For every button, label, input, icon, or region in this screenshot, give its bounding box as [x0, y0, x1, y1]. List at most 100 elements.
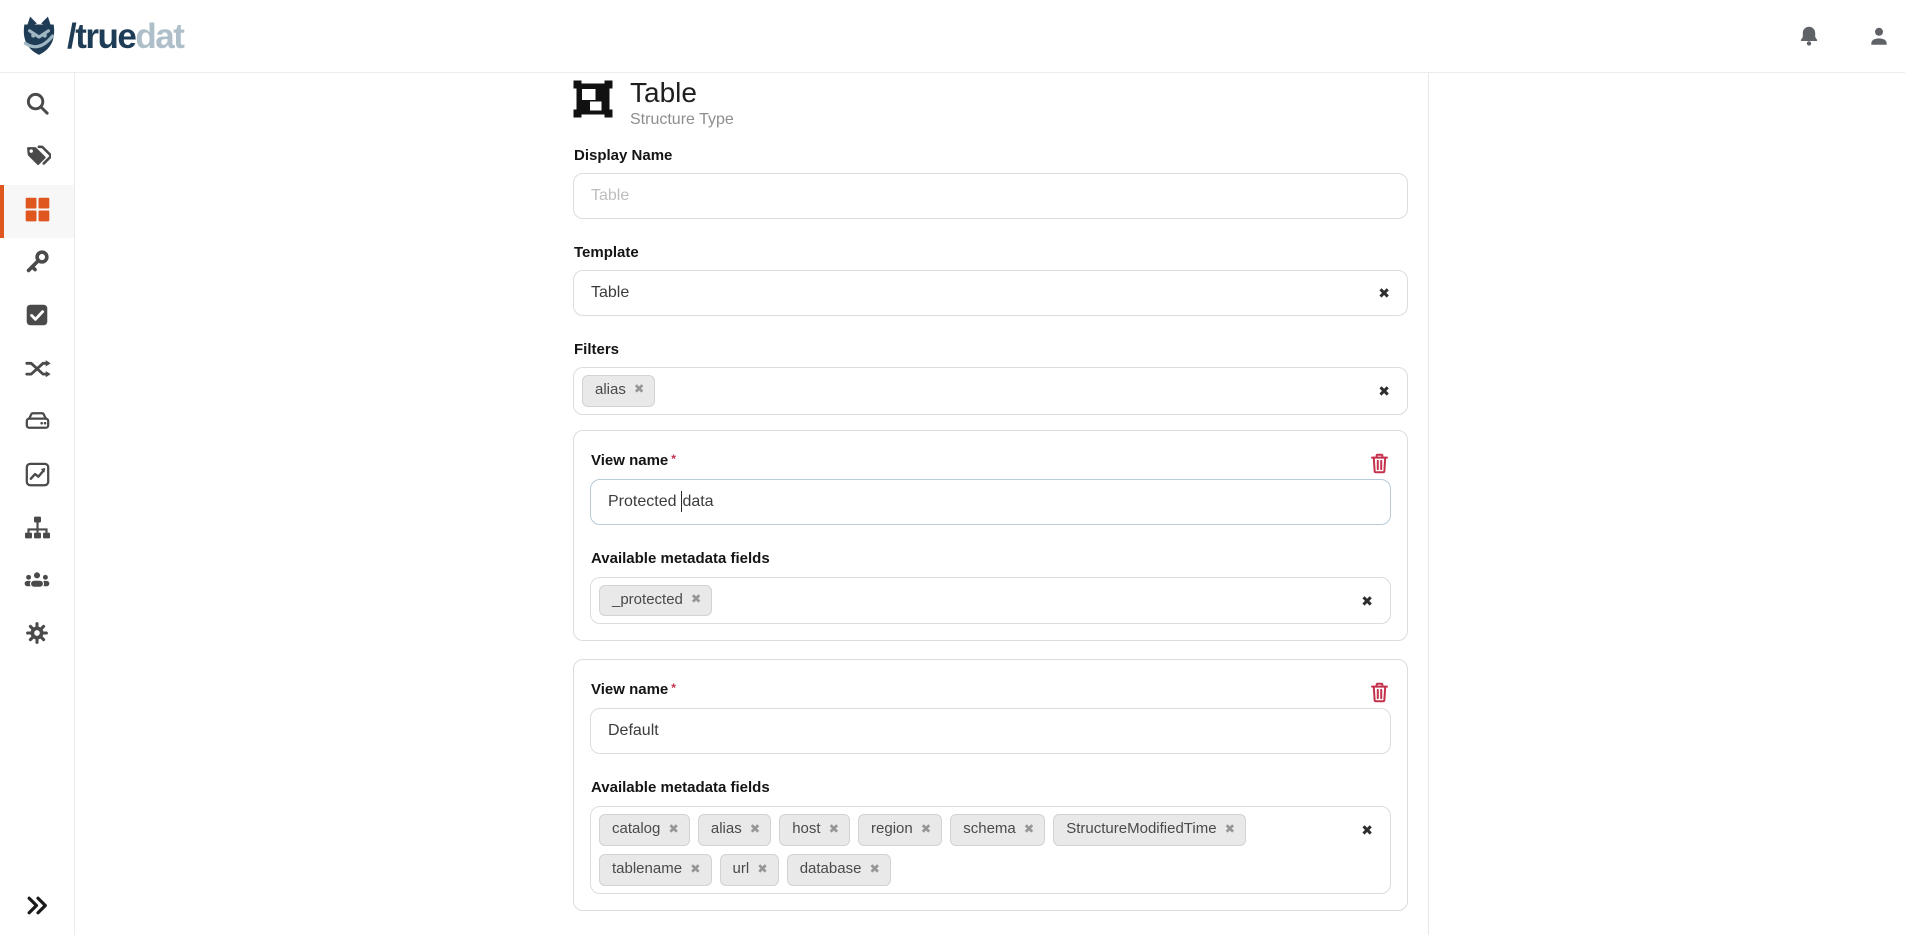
sidebar-item-structures[interactable]	[0, 185, 74, 238]
sidebar-item-tags[interactable]	[0, 132, 74, 185]
clear-icon[interactable]: ✖	[1361, 594, 1373, 608]
metadata-fields-select[interactable]: catalog ✖ alias ✖ host ✖ region ✖ schema✖ St…	[590, 806, 1391, 894]
delete-view-button[interactable]	[1369, 451, 1390, 480]
page-subtitle: Structure Type	[630, 111, 734, 129]
clear-icon[interactable]: ✖	[1378, 286, 1390, 300]
tag-pill: _protected ✖	[599, 585, 712, 617]
tag-pill: region ✖	[858, 814, 942, 846]
filters-field: Filters alias ✖ ✖	[573, 341, 1408, 415]
gear-icon	[24, 620, 50, 651]
drive-icon	[24, 408, 51, 440]
sidebar-item-users[interactable]	[0, 556, 74, 609]
content-panel: Table Structure Type Display Name Templa…	[75, 73, 1429, 935]
clear-icon[interactable]: ✖	[1378, 384, 1390, 398]
key-icon	[24, 249, 50, 280]
tag-label: host	[792, 820, 820, 839]
view-name-input[interactable]: Protected data	[590, 479, 1391, 525]
display-name-field: Display Name	[573, 147, 1408, 219]
remove-tag-icon[interactable]: ✖	[921, 822, 931, 838]
tag-label: database	[800, 860, 862, 879]
sidebar-item-hierarchy[interactable]	[0, 503, 74, 556]
sidebar-expand-button[interactable]	[0, 885, 74, 931]
tag-label: StructureModifiedTime	[1066, 820, 1216, 839]
header-actions	[1797, 24, 1891, 48]
tag-pill: tablename ✖	[599, 854, 712, 886]
sidebar-item-lineage[interactable]	[0, 344, 74, 397]
notifications-bell-icon[interactable]	[1797, 24, 1821, 48]
template-selected-value: Table	[591, 284, 629, 302]
sitemap-icon	[24, 514, 51, 546]
required-asterisk: *	[671, 452, 676, 466]
shuffle-icon	[24, 355, 51, 387]
tag-label: catalog	[612, 820, 660, 839]
app-header: /truedat	[0, 0, 1905, 73]
tag-label: url	[733, 860, 750, 879]
required-asterisk: *	[671, 681, 676, 695]
tag-label: _protected	[612, 591, 683, 610]
remove-tag-icon[interactable]: ✖	[1024, 822, 1034, 838]
metadata-tags: catalog ✖ alias ✖ host ✖ region ✖ schema✖ St…	[599, 814, 1346, 886]
grid-icon	[24, 196, 51, 228]
tag-pill: alias ✖	[698, 814, 771, 846]
tag-pill: database ✖	[787, 854, 891, 886]
user-avatar-icon[interactable]	[1867, 24, 1891, 48]
filters-select[interactable]: alias ✖ ✖	[573, 367, 1408, 415]
metadata-tags: _protected ✖	[599, 585, 712, 617]
object-group-icon	[573, 78, 613, 125]
metadata-fields-select[interactable]: _protected ✖ ✖	[590, 577, 1391, 625]
chart-line-icon	[24, 461, 51, 493]
tag-label: alias	[711, 820, 742, 839]
clear-icon[interactable]: ✖	[1361, 823, 1373, 837]
search-icon	[24, 90, 51, 122]
tag-pill: url ✖	[720, 854, 779, 886]
sidebar	[0, 73, 75, 935]
display-name-label: Display Name	[574, 147, 1408, 164]
tag-pill: host ✖	[779, 814, 850, 846]
tag-pill: StructureModifiedTime ✖	[1053, 814, 1246, 846]
view-name-label: View name*	[591, 681, 1391, 698]
view-card: View name* Protected data Available meta…	[573, 430, 1408, 642]
remove-tag-icon[interactable]: ✖	[869, 862, 879, 878]
title-row: Table Structure Type	[573, 78, 1408, 129]
remove-tag-icon[interactable]: ✖	[829, 822, 839, 838]
sidebar-item-sources[interactable]	[0, 397, 74, 450]
check-square-icon	[24, 302, 50, 333]
users-icon	[23, 566, 51, 599]
metadata-fields-label: Available metadata fields	[591, 779, 1391, 796]
tag-label: region	[871, 820, 913, 839]
remove-tag-icon[interactable]: ✖	[668, 822, 678, 838]
owl-logo-icon	[16, 13, 62, 59]
tag-pill: schema✖	[950, 814, 1045, 846]
remove-tag-icon[interactable]: ✖	[757, 862, 767, 878]
metadata-fields-label: Available metadata fields	[591, 550, 1391, 567]
sidebar-item-search[interactable]	[0, 79, 74, 132]
tags-icon	[24, 143, 51, 175]
double-chevron-right-icon	[25, 893, 50, 923]
remove-tag-icon[interactable]: ✖	[634, 382, 644, 398]
view-card: View name* Available metadata fields cat…	[573, 659, 1408, 911]
filters-tags: alias ✖	[582, 375, 655, 407]
sidebar-item-dashboards[interactable]	[0, 450, 74, 503]
tag-label: tablename	[612, 860, 682, 879]
structure-type-form: Table Structure Type Display Name Templa…	[573, 78, 1408, 911]
template-label: Template	[574, 244, 1408, 261]
tag-pill: alias ✖	[582, 375, 655, 407]
remove-tag-icon[interactable]: ✖	[691, 592, 701, 608]
sidebar-item-permissions[interactable]	[0, 238, 74, 291]
view-name-input[interactable]	[590, 708, 1391, 754]
sidebar-item-settings[interactable]	[0, 609, 74, 662]
filters-label: Filters	[574, 341, 1408, 358]
title-texts: Table Structure Type	[630, 78, 734, 129]
brand-logo[interactable]: /truedat	[16, 13, 183, 59]
tag-label: alias	[595, 381, 626, 400]
delete-view-button[interactable]	[1369, 680, 1390, 709]
remove-tag-icon[interactable]: ✖	[690, 862, 700, 878]
remove-tag-icon[interactable]: ✖	[1225, 822, 1235, 838]
tag-pill: catalog ✖	[599, 814, 690, 846]
display-name-input[interactable]	[573, 173, 1408, 219]
view-name-label: View name*	[591, 452, 1391, 469]
remove-tag-icon[interactable]: ✖	[750, 822, 760, 838]
brand-wordmark: /truedat	[67, 19, 183, 54]
template-select[interactable]: Table ✖	[573, 270, 1408, 316]
sidebar-item-quality[interactable]	[0, 291, 74, 344]
